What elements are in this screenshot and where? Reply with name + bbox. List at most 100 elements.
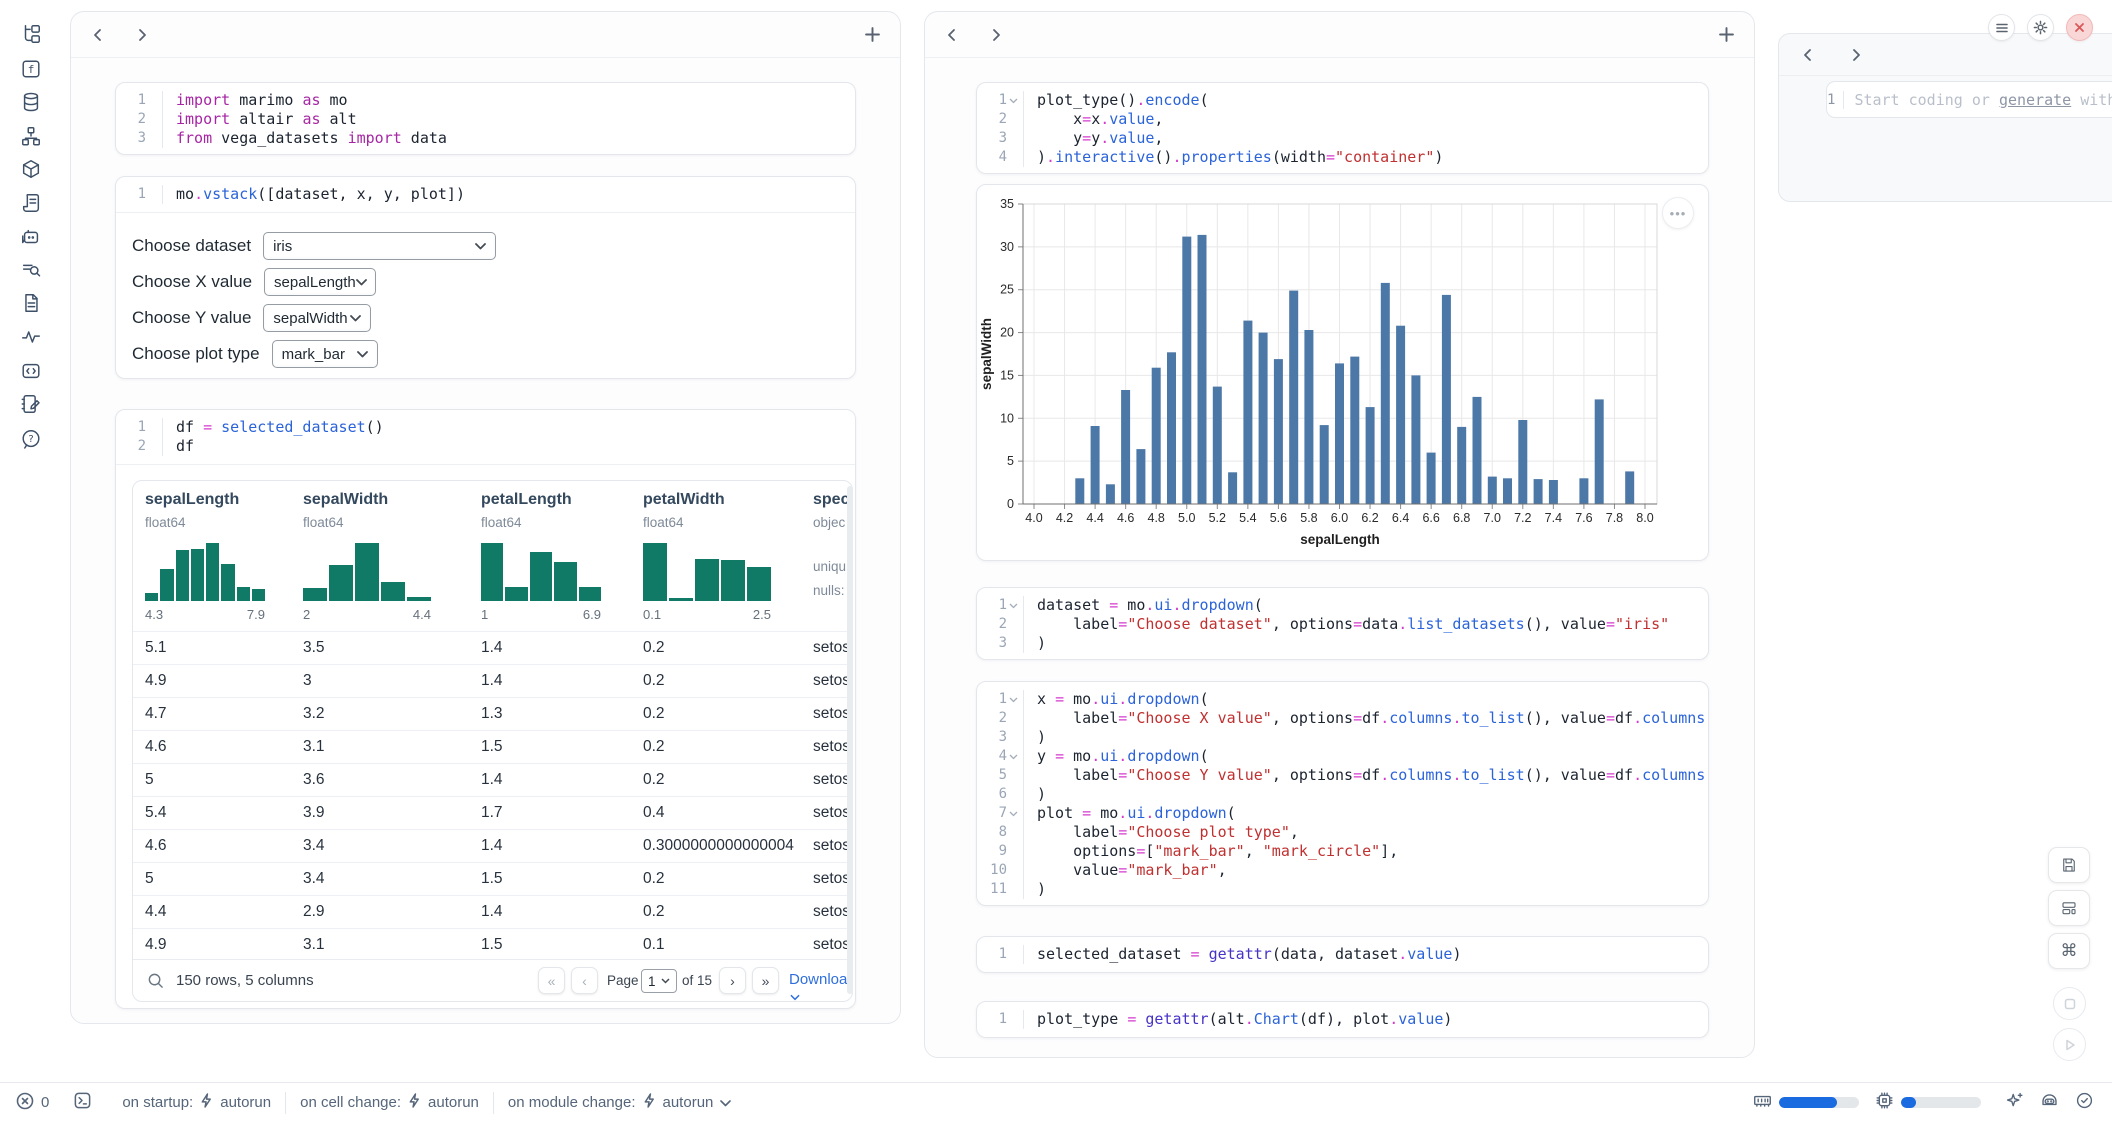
sidebar-item-tracing[interactable] [16, 322, 46, 352]
add-cell-button[interactable] [865, 27, 880, 42]
plot-type-select[interactable]: mark_bar [272, 340, 378, 368]
chevron-left-icon [1801, 48, 1815, 62]
last-page-button[interactable]: » [752, 967, 779, 994]
scratchpad-editor[interactable]: 1 Start coding or generate with [1826, 81, 2112, 118]
x-value-select[interactable]: sepalLength [264, 268, 376, 296]
sidebar-item-packages[interactable] [16, 154, 46, 184]
svg-text:5: 5 [1007, 454, 1014, 468]
menu-button[interactable] [1988, 14, 2015, 41]
next-page-button[interactable]: › [719, 967, 746, 994]
table-row[interactable]: 4.42.91.40.2setos [133, 895, 852, 928]
notepad-pencil-icon [20, 393, 42, 415]
document-icon [20, 292, 42, 314]
sidebar-item-chat[interactable] [16, 222, 46, 252]
column-next-button[interactable] [135, 28, 149, 42]
lightning-icon [643, 1093, 656, 1112]
sidebar-item-file-tree[interactable] [16, 19, 46, 49]
dataset-select[interactable]: iris [263, 232, 496, 260]
sidebar-item-snippets-scroll[interactable] [16, 188, 46, 218]
cell-xy-plot-dropdowns[interactable]: 1234567891011x = mo.ui.dropdown( label="… [976, 681, 1709, 906]
sidebar-item-helper-functions[interactable]: f [16, 54, 46, 84]
column-next-button[interactable] [1849, 48, 1863, 62]
sidebar-item-logs[interactable] [16, 255, 46, 285]
table-row[interactable]: 4.93.11.50.1setos [133, 928, 852, 961]
close-icon [2074, 22, 2085, 33]
table-row[interactable]: 5.43.91.70.4setos [133, 796, 852, 829]
y-value-select[interactable]: sepalWidth [263, 304, 371, 332]
sidebar-item-outline[interactable] [16, 356, 46, 386]
chevron-down-icon [350, 315, 361, 322]
on-module-change-setting[interactable]: on module change: autorun [508, 1093, 731, 1112]
table-row[interactable]: 4.73.21.30.2setos [133, 697, 852, 730]
column-header[interactable]: sepalWidth [303, 491, 388, 509]
search-icon[interactable] [147, 972, 164, 989]
page-select[interactable]: 1 [641, 969, 677, 993]
first-page-button[interactable]: « [538, 967, 565, 994]
table-cell: 1.5 [481, 738, 503, 756]
cell-imports[interactable]: 123import marimo as moimport altair as a… [115, 82, 856, 155]
sidebar-item-datasources[interactable] [16, 87, 46, 117]
table-row[interactable]: 4.63.11.50.2setos [133, 730, 852, 763]
layout-button[interactable] [2048, 890, 2090, 926]
database-icon [20, 91, 42, 113]
sidebar-item-help[interactable]: ? [16, 424, 46, 454]
table-row[interactable]: 5.13.51.40.2setos [133, 631, 852, 664]
hist-min: 0.1 [643, 607, 661, 622]
on-startup-setting[interactable]: on startup: autorun [122, 1093, 271, 1112]
table-footer: 150 rows, 5 columns « ‹ Page 1 of 15 › »… [133, 959, 852, 1001]
sidebar-item-scratchpad[interactable] [16, 389, 46, 419]
generate-link[interactable]: generate [1999, 91, 2071, 109]
stop-button[interactable] [2053, 987, 2086, 1020]
svg-text:f: f [28, 63, 35, 76]
column-next-button[interactable] [989, 28, 1003, 42]
svg-text:7.4: 7.4 [1545, 511, 1562, 525]
function-icon: f [20, 58, 42, 80]
column-prev-button[interactable] [1801, 48, 1815, 62]
cell-dataset-dropdown[interactable]: 123dataset = mo.ui.dropdown( label="Choo… [976, 587, 1709, 660]
table-scrollbar[interactable] [847, 486, 853, 994]
svg-text:7.2: 7.2 [1514, 511, 1531, 525]
ai-assist-button[interactable] [2005, 1091, 2024, 1114]
bar-chart[interactable]: 4.04.24.44.64.85.05.25.45.65.86.06.26.46… [977, 185, 1710, 562]
download-button[interactable]: Download [789, 971, 853, 1002]
table-cell: 0.2 [643, 672, 665, 690]
table-row[interactable]: 4.63.41.40.3000000000000004setos [133, 829, 852, 862]
terminal-button[interactable] [73, 1091, 92, 1114]
cell-selected-dataset[interactable]: 1selected_dataset = getattr(data, datase… [976, 936, 1709, 973]
on-cell-change-setting[interactable]: on cell change: autorun [300, 1093, 479, 1112]
table-row[interactable]: 4.931.40.2setos [133, 664, 852, 697]
cell-plot-encode[interactable]: 1234plot_type().encode( x=x.value, y=y.v… [976, 82, 1709, 174]
sidebar-item-dependency-graph[interactable] [16, 121, 46, 151]
column-header[interactable]: petalWidth [643, 491, 725, 509]
run-button[interactable] [2053, 1028, 2086, 1061]
cell-vstack[interactable]: 1mo.vstack([dataset, x, y, plot]) Choose… [115, 176, 856, 379]
play-icon [2063, 1038, 2077, 1052]
cell-dataframe[interactable]: 12df = selected_dataset()df sepalLengthf… [115, 409, 856, 1009]
column-type: float64 [643, 515, 684, 530]
prev-page-button[interactable]: ‹ [571, 967, 598, 994]
copilot-button[interactable] [2040, 1091, 2059, 1114]
column-header[interactable]: petalLength [481, 491, 572, 509]
keyboard-shortcuts-button[interactable]: ⌘ [2048, 933, 2090, 969]
connection-status-button[interactable] [2075, 1091, 2094, 1114]
close-button[interactable] [2066, 14, 2093, 41]
add-cell-button[interactable] [1719, 27, 1734, 42]
error-indicator[interactable]: 0 [16, 1092, 49, 1114]
column-prev-button[interactable] [91, 28, 105, 42]
svg-text:6.4: 6.4 [1392, 511, 1409, 525]
column-prev-button[interactable] [945, 28, 959, 42]
table-row[interactable]: 53.61.40.2setos [133, 763, 852, 796]
save-button[interactable] [2048, 847, 2090, 883]
svg-text:5.6: 5.6 [1270, 511, 1287, 525]
svg-text:5.0: 5.0 [1178, 511, 1195, 525]
chart-menu-button[interactable]: ••• [1662, 197, 1694, 229]
table-cell: 0.2 [643, 903, 665, 921]
dropdown-label: Choose dataset [132, 236, 251, 256]
table-cell: 3.5 [303, 639, 325, 657]
cell-plot-type[interactable]: 1plot_type = getattr(alt.Chart(df), plot… [976, 1001, 1709, 1038]
table-row[interactable]: 53.41.50.2setos [133, 862, 852, 895]
column-header[interactable]: sepalLength [145, 491, 239, 509]
sidebar-item-documentation[interactable] [16, 288, 46, 318]
page-label: Page [607, 973, 639, 988]
settings-button[interactable] [2027, 14, 2054, 41]
